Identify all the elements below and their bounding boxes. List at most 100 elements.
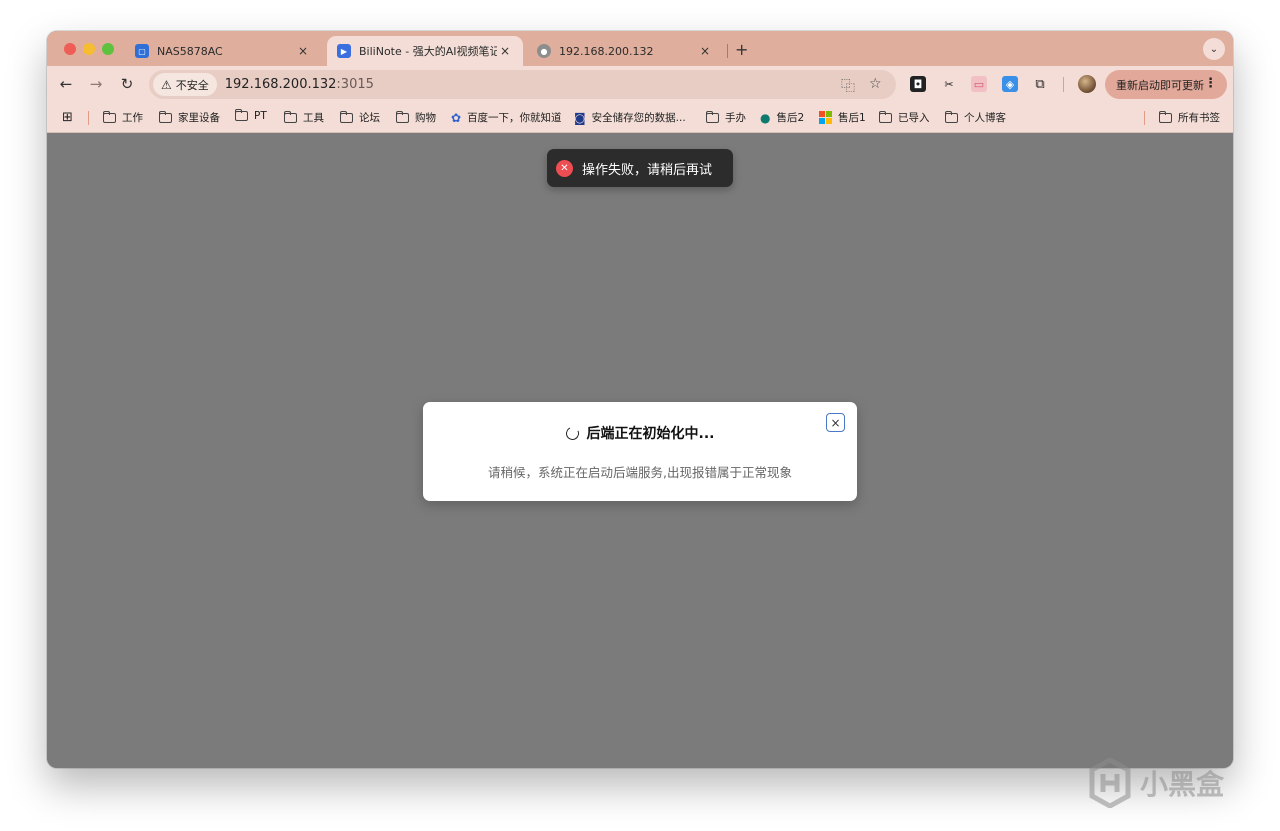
- dialog-message: 请稍候，系统正在启动后端服务,出现报错属于正常现象: [488, 465, 792, 480]
- toolbar-divider: [1063, 77, 1064, 92]
- bookmark-divider: [1144, 111, 1145, 125]
- dialog-close-button[interactable]: ×: [826, 413, 845, 432]
- dialog-title-row: 后端正在初始化中...: [423, 423, 857, 443]
- folder-icon: [283, 110, 297, 123]
- update-button[interactable]: 重新启动即可更新 ⋮: [1105, 70, 1227, 99]
- translate-icon[interactable]: ⿻: [841, 76, 855, 96]
- folder-icon: [234, 109, 248, 121]
- profile-avatar[interactable]: [1078, 75, 1096, 93]
- baidu-icon: ✿: [451, 110, 462, 125]
- menu-dots-icon[interactable]: ⋮: [1204, 76, 1217, 91]
- watermark-text: 小黑盒: [1140, 768, 1225, 801]
- bookmark-folder-work[interactable]: 工作: [102, 110, 143, 125]
- bookmark-folder-tools[interactable]: 工具: [283, 110, 324, 125]
- bookmark-folder-all[interactable]: 所有书签: [1158, 110, 1220, 125]
- qnap-icon: ▢: [135, 44, 149, 58]
- forward-arrow-icon[interactable]: →: [86, 75, 106, 93]
- close-icon[interactable]: ×: [497, 44, 513, 58]
- address-bar[interactable]: ⚠ 不安全 192.168.200.132:3015 ⿻ ☆: [149, 70, 896, 99]
- warning-icon: ⚠: [161, 77, 172, 92]
- page-overlay: ✕ 操作失败，请稍后再试 后端正在初始化中... 请稍候，系统正在启动后端服务,…: [47, 134, 1233, 768]
- apps-grid-icon[interactable]: ⊞: [62, 110, 73, 125]
- browser-window: ▢ NAS5878AC × ▶ BiliNote - 强大的AI视频笔记神器 ×…: [47, 31, 1233, 768]
- new-tab-button[interactable]: +: [735, 40, 748, 59]
- bookmark-folder-figures[interactable]: 手办: [705, 110, 746, 125]
- close-icon[interactable]: ×: [697, 44, 713, 58]
- bookmark-label: 所有书签: [1178, 112, 1220, 124]
- url-host: 192.168.200.132: [224, 77, 337, 92]
- bookmark-label: 已导入: [898, 112, 930, 124]
- bookmark-label: 工作: [122, 112, 143, 124]
- bookmark-folder-forums[interactable]: 论坛: [339, 110, 380, 125]
- extension-blue-icon[interactable]: ◈: [1002, 76, 1018, 92]
- url-text[interactable]: 192.168.200.132:3015: [225, 77, 374, 92]
- close-icon[interactable]: ×: [295, 44, 311, 58]
- init-dialog: 后端正在初始化中... 请稍候，系统正在启动后端服务,出现报错属于正常现象 ×: [423, 402, 857, 501]
- tab-ip[interactable]: ● 192.168.200.132 ×: [527, 36, 723, 66]
- bookmarks-bar: ⊞ 工作 家里设备 PT 工具 论坛 购物 ✿ 百度一下，你就知道 ◙ 安全储存您的…: [47, 103, 1233, 133]
- bookmark-aftersales-2[interactable]: ● 售后2: [760, 110, 804, 125]
- tab-search-button[interactable]: ⌄: [1203, 38, 1225, 60]
- bookmark-star-icon[interactable]: ☆: [869, 76, 882, 92]
- folder-icon: [102, 110, 116, 123]
- bookmark-folder-shopping[interactable]: 购物: [395, 110, 436, 125]
- tab-title: 192.168.200.132: [559, 44, 654, 58]
- extension-tampermonkey-icon[interactable]: ◘: [910, 76, 926, 92]
- extensions-puzzle-icon[interactable]: ⧉: [1032, 76, 1048, 92]
- globe-icon: ●: [537, 44, 551, 58]
- storage-icon: ◙: [574, 110, 586, 125]
- extension-bilibili-icon[interactable]: ▭: [971, 76, 987, 92]
- toast-message: 操作失败，请稍后再试: [582, 162, 713, 178]
- bookmark-label: PT: [254, 110, 267, 122]
- bookmark-aftersales-1[interactable]: 售后1: [819, 110, 866, 125]
- bookmark-storage[interactable]: ◙ 安全储存您的数据...: [574, 110, 686, 125]
- bookmark-divider: [88, 111, 89, 125]
- maximize-window-button[interactable]: [102, 43, 114, 55]
- security-chip[interactable]: ⚠ 不安全: [153, 73, 217, 96]
- tab-divider: [727, 44, 728, 58]
- dialog-title: 后端正在初始化中...: [586, 426, 715, 442]
- tab-title: NAS5878AC: [157, 44, 223, 58]
- folder-icon: [878, 110, 892, 123]
- bookmark-folder-imported[interactable]: 已导入: [878, 110, 930, 125]
- toolbar: ← → ↻ ⚠ 不安全 192.168.200.132:3015 ⿻ ☆ ◘ ✂…: [47, 66, 1233, 103]
- security-label: 不安全: [175, 78, 209, 92]
- update-button-label: 重新启动即可更新: [1116, 78, 1204, 92]
- bookmark-label: 安全储存您的数据...: [591, 112, 686, 124]
- bookmark-baidu[interactable]: ✿ 百度一下，你就知道: [451, 110, 562, 125]
- folder-icon: [158, 110, 172, 123]
- folder-icon: [944, 110, 958, 123]
- sharepoint-icon: ●: [760, 110, 771, 125]
- back-arrow-icon[interactable]: ←: [56, 75, 76, 93]
- tab-nas[interactable]: ▢ NAS5878AC ×: [125, 36, 321, 66]
- bookmark-folder-blog[interactable]: 个人博客: [944, 110, 1006, 125]
- folder-icon: [339, 110, 353, 123]
- bookmark-label: 售后2: [776, 112, 805, 124]
- bookmark-label: 售后1: [838, 112, 866, 124]
- folder-icon: [1158, 110, 1172, 123]
- heybox-logo-icon: [1089, 758, 1131, 808]
- folder-icon: [705, 110, 719, 123]
- watermark: 小黑盒: [1088, 758, 1224, 808]
- bookmark-label: 个人博客: [964, 112, 1006, 124]
- extension-crop-icon[interactable]: ✂: [941, 76, 957, 92]
- bookmark-folder-pt[interactable]: PT: [234, 109, 267, 122]
- error-toast: ✕ 操作失败，请稍后再试: [547, 149, 733, 187]
- microsoft-icon: [819, 111, 832, 124]
- minimize-window-button[interactable]: [83, 43, 95, 55]
- tab-title: BiliNote - 强大的AI视频笔记神器: [359, 45, 497, 58]
- bookmark-label: 手办: [725, 112, 746, 124]
- bookmark-label: 百度一下，你就知道: [467, 112, 562, 124]
- tab-bilinote[interactable]: ▶ BiliNote - 强大的AI视频笔记神器 ×: [327, 36, 523, 66]
- loading-spinner-icon: [563, 424, 581, 442]
- error-icon: ✕: [556, 159, 573, 177]
- bookmark-label: 工具: [303, 112, 324, 124]
- tab-strip: ▢ NAS5878AC × ▶ BiliNote - 强大的AI视频笔记神器 ×…: [47, 31, 1233, 66]
- reload-icon[interactable]: ↻: [117, 75, 137, 93]
- bookmark-label: 家里设备: [178, 112, 220, 124]
- close-window-button[interactable]: [64, 43, 76, 55]
- url-port: :3015: [336, 77, 374, 92]
- bookmark-label: 论坛: [359, 112, 380, 124]
- bookmark-folder-home-devices[interactable]: 家里设备: [158, 110, 220, 125]
- bilinote-icon: ▶: [337, 44, 351, 58]
